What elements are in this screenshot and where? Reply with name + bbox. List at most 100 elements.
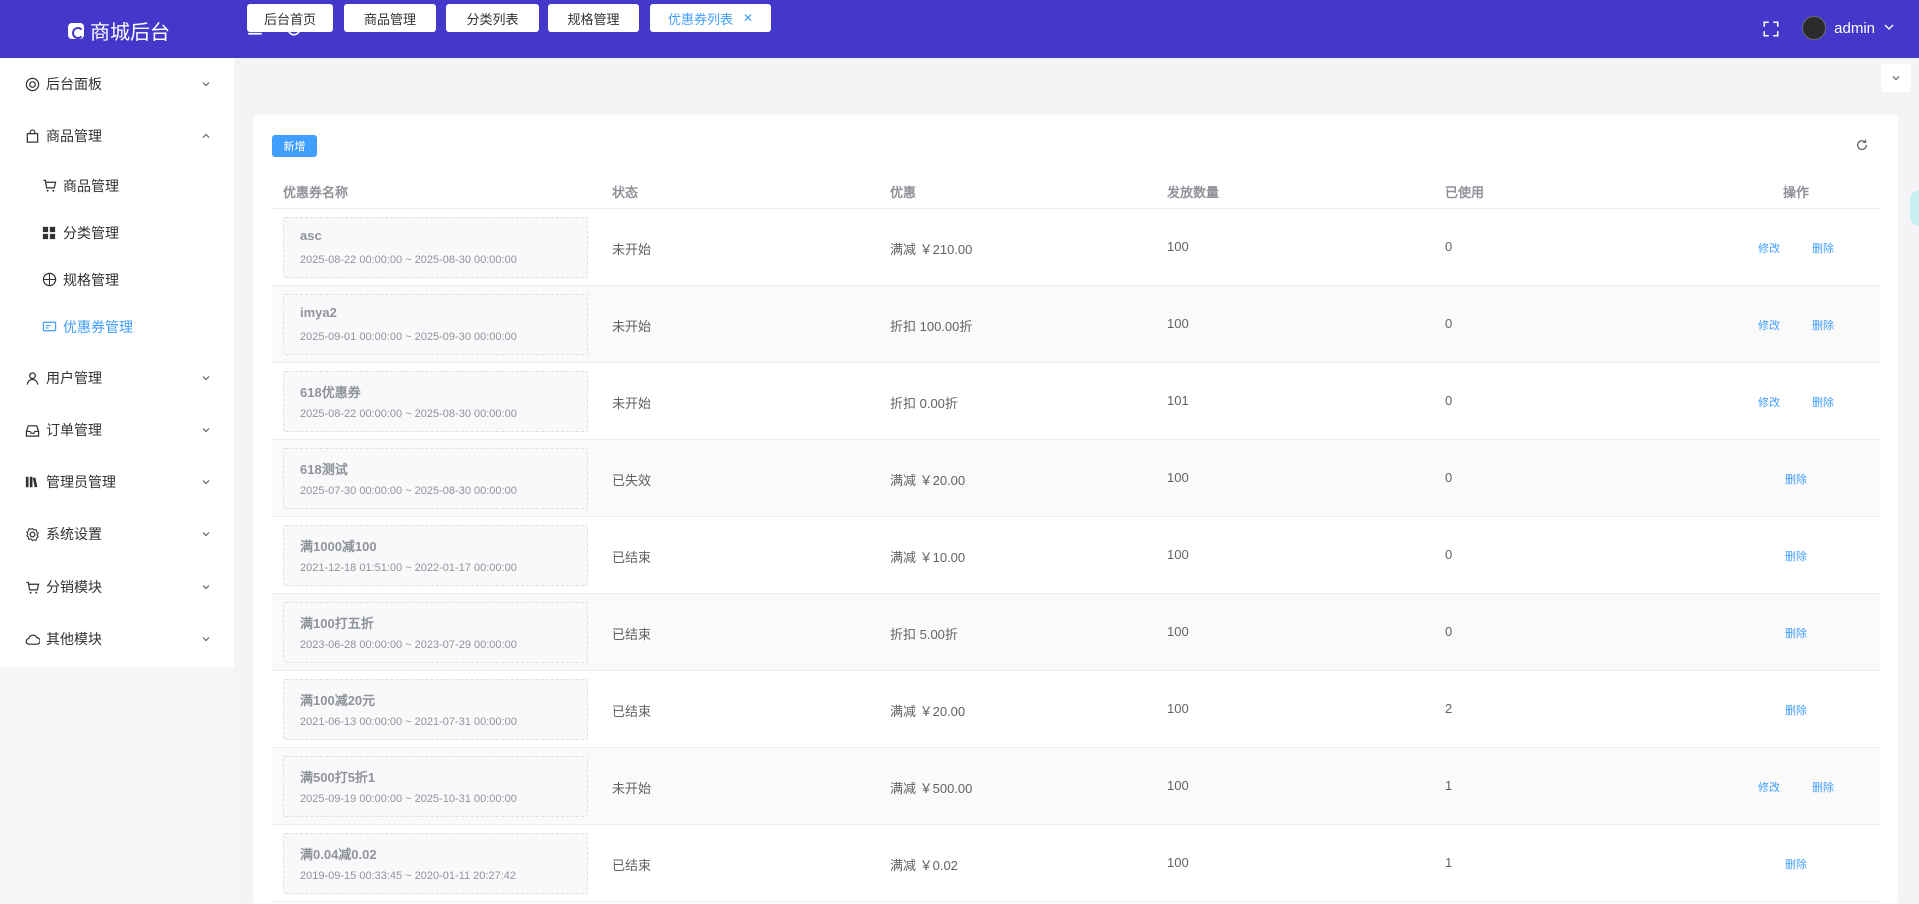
sidebar-item-admins[interactable]: 管理员管理 [0, 456, 234, 508]
sidebar-item-label: 后台面板 [46, 76, 102, 92]
coupon-quantity: 100 [1167, 778, 1189, 793]
edit-button[interactable]: 修改 [1758, 779, 1780, 795]
coupon-card: 满100打五折 2023-06-28 00:00:00 ~ 2023-07-29 … [283, 602, 588, 663]
coupon-discount: 折扣 5.00折 [890, 627, 958, 642]
coupon-discount: 满减 ￥20.00 [890, 704, 966, 719]
coupon-date-range: 2025-09-19 00:00:00 ~ 2025-10-31 00:00:0… [300, 793, 517, 805]
cloud-icon [24, 631, 40, 647]
coupon-status: 已结束 [612, 627, 652, 642]
column-header-discount: 优惠 [890, 185, 917, 200]
sidebar: 后台面板 商品管理 商品管理 分类管理 规格管理 优惠券管理 用户管理 订单管理… [0, 58, 234, 904]
sidebar-item-others[interactable]: 其他模块 [0, 613, 234, 665]
tab-products[interactable]: 商品管理 [344, 4, 436, 32]
table-row: 618测试 2025-07-30 00:00:00 ~ 2025-08-30 00… [272, 440, 1880, 517]
refresh-icon[interactable] [1855, 138, 1869, 152]
table-row: 满100打五折 2023-06-28 00:00:00 ~ 2023-07-29 … [272, 594, 1880, 671]
edit-button[interactable]: 修改 [1758, 317, 1780, 333]
column-header-actions: 操作 [1783, 185, 1810, 200]
coupon-date-range: 2021-12-18 01:51:00 ~ 2022-01-17 00:00:0… [300, 562, 517, 574]
column-header-status: 状态 [612, 185, 639, 200]
tab-label: 规格管理 [567, 11, 620, 27]
column-header-quantity: 发放数量 [1167, 185, 1220, 200]
coupon-status: 未开始 [612, 242, 652, 257]
coupon-date-range: 2019-09-15 00:33:45 ~ 2020-01-11 20:27:4… [300, 870, 517, 882]
coupon-discount: 满减 ￥210.00 [890, 242, 973, 257]
sidebar-item-products[interactable]: 商品管理 [0, 110, 234, 162]
delete-button[interactable]: 删除 [1812, 317, 1834, 333]
fullscreen-icon[interactable] [1762, 20, 1780, 38]
chevron-down-icon [1892, 76, 1900, 81]
tab-specs[interactable]: 规格管理 [548, 4, 639, 32]
delete-button[interactable]: 删除 [1812, 394, 1834, 410]
inbox-icon [24, 422, 40, 438]
sidebar-item-distribution[interactable]: 分销模块 [0, 561, 234, 613]
delete-button[interactable]: 删除 [1812, 779, 1834, 795]
sidebar-subitem-specs[interactable]: 规格管理 [0, 256, 234, 303]
coupon-used: 0 [1445, 393, 1453, 408]
dashboard-icon [24, 76, 40, 92]
close-icon[interactable]: ✕ [743, 11, 753, 25]
user-menu[interactable]: admin [1802, 16, 1895, 40]
coupon-discount: 折扣 0.00折 [890, 396, 958, 411]
coupon-card: 满1000减100 2021-12-18 01:51:00 ~ 2022-01-1… [283, 525, 588, 586]
cart-icon [41, 178, 57, 194]
delete-button[interactable]: 删除 [1785, 625, 1807, 641]
edit-button[interactable]: 修改 [1758, 240, 1780, 256]
coupon-status: 未开始 [612, 396, 652, 411]
chevron-down-icon [202, 532, 210, 537]
delete-button[interactable]: 删除 [1785, 471, 1807, 487]
coupon-date-range: 2025-08-22 00:00:00 ~ 2025-08-30 00:00:0… [300, 254, 517, 266]
ticket-icon [41, 319, 57, 335]
sidebar-subitem-categories[interactable]: 分类管理 [0, 209, 234, 256]
coupon-name: 满1000减100 [300, 539, 377, 554]
coupon-date-range: 2025-07-30 00:00:00 ~ 2025-08-30 00:00:0… [300, 485, 517, 497]
sidebar-subitem-coupons[interactable]: 优惠券管理 [0, 303, 234, 350]
gear-icon [24, 526, 40, 542]
coupon-quantity: 100 [1167, 316, 1189, 331]
brand-title: 商城后台 [90, 22, 170, 44]
coupon-quantity: 100 [1167, 470, 1189, 485]
table-row: 满0.04减0.02 2019-09-15 00:33:45 ~ 2020-01-… [272, 825, 1880, 902]
coupon-card: 满100减20元 2021-06-13 00:00:00 ~ 2021-07-31… [283, 679, 588, 740]
coupon-date-range: 2021-06-13 00:00:00 ~ 2021-07-31 00:00:0… [300, 716, 517, 728]
tabs-dropdown-button[interactable] [1881, 64, 1911, 92]
column-header-name: 优惠券名称 [283, 185, 349, 200]
sidebar-subitem-label: 商品管理 [63, 177, 119, 194]
coupon-status: 已结束 [612, 550, 652, 565]
coupon-status: 已失效 [612, 473, 652, 488]
tab-home[interactable]: 后台首页 [247, 4, 333, 32]
edit-button[interactable]: 修改 [1758, 394, 1780, 410]
sidebar-subitem-products[interactable]: 商品管理 [0, 162, 234, 209]
sidebar-item-label: 商品管理 [46, 128, 102, 144]
chevron-down-icon [202, 428, 210, 433]
delete-button[interactable]: 删除 [1785, 548, 1807, 564]
sidebar-item-orders[interactable]: 订单管理 [0, 404, 234, 456]
coupon-used: 0 [1445, 316, 1453, 331]
delete-button[interactable]: 删除 [1785, 702, 1807, 718]
tab-coupons[interactable]: 优惠券列表 ✕ [650, 4, 771, 32]
tab-label: 商品管理 [363, 11, 416, 27]
delete-button[interactable]: 删除 [1785, 856, 1807, 872]
coupon-quantity: 100 [1167, 547, 1189, 562]
chevron-down-icon [202, 376, 210, 381]
coupon-name: 618测试 [300, 462, 348, 477]
brand-logo[interactable]: 商城后台 [68, 16, 170, 45]
tab-categories[interactable]: 分类列表 [446, 4, 539, 32]
coupon-name: 满500打5折1 [300, 770, 376, 785]
grid-icon [41, 225, 57, 241]
delete-button[interactable]: 删除 [1812, 240, 1834, 256]
sidebar-item-users[interactable]: 用户管理 [0, 352, 234, 404]
bag-icon [24, 128, 40, 144]
scrollbar-handle[interactable] [1910, 190, 1919, 226]
coupon-date-range: 2023-06-28 00:00:00 ~ 2023-07-29 00:00:0… [300, 639, 517, 651]
coupon-name: 618优惠券 [300, 385, 361, 400]
sidebar-subitem-label: 分类管理 [63, 224, 119, 241]
chevron-down-icon [202, 480, 210, 485]
sidebar-item-settings[interactable]: 系统设置 [0, 508, 234, 560]
coupon-used: 1 [1445, 855, 1453, 870]
sidebar-item-label: 管理员管理 [46, 474, 116, 490]
sidebar-item-dashboard[interactable]: 后台面板 [0, 58, 234, 110]
coupon-used: 0 [1445, 470, 1453, 485]
add-coupon-button[interactable]: 新增 [272, 135, 317, 157]
coupon-status: 未开始 [612, 319, 652, 334]
